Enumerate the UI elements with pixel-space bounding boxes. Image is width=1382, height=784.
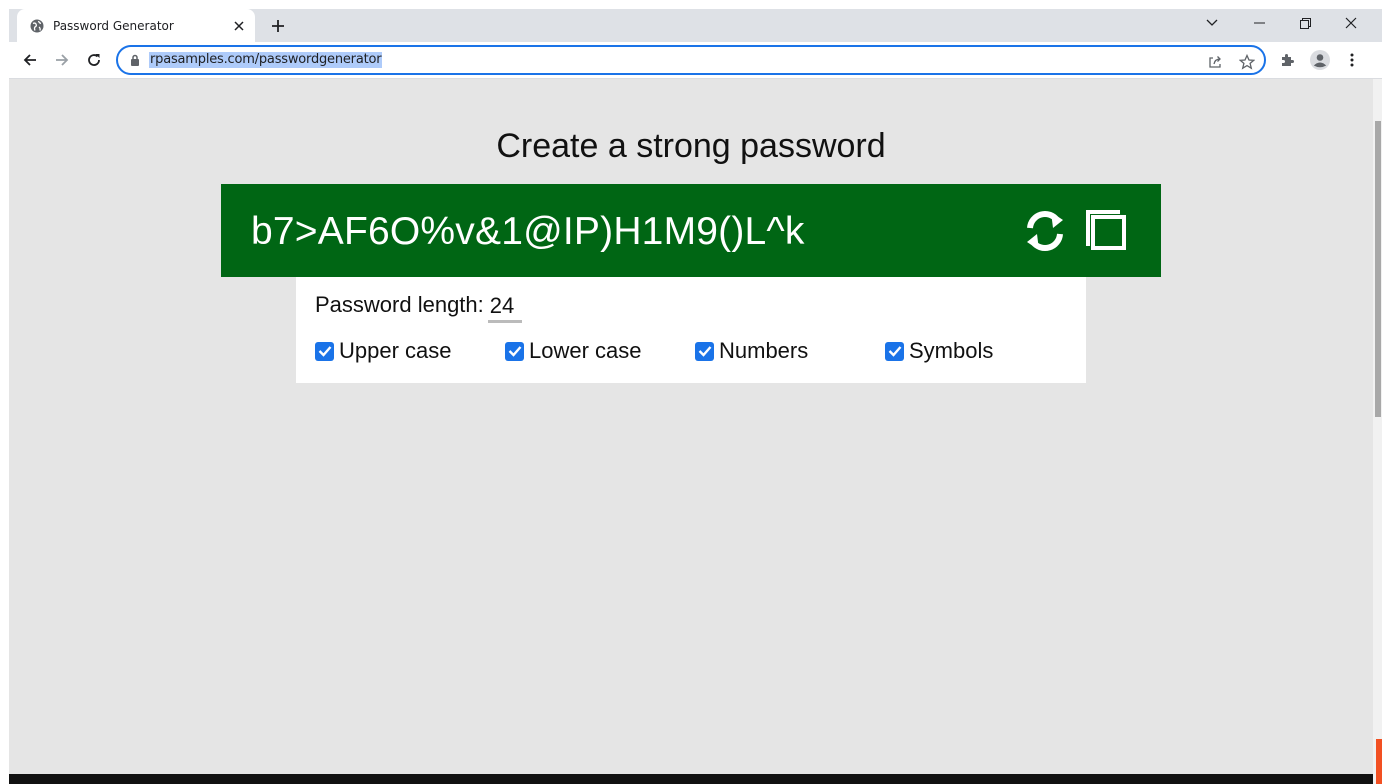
upper-case-label[interactable]: Upper case	[339, 338, 452, 364]
tab-strip: Password Generator	[9, 9, 1382, 42]
extensions-puzzle-icon[interactable]	[1275, 48, 1299, 72]
minimize-button[interactable]	[1236, 9, 1282, 37]
numbers-checkbox[interactable]	[695, 341, 714, 361]
address-bar[interactable]: rpasamples.com/passwordgenerator	[116, 45, 1266, 75]
scrollbar-thumb[interactable]	[1375, 121, 1381, 417]
password-length-label: Password length:	[315, 292, 484, 317]
lock-icon[interactable]	[130, 53, 142, 67]
browser-toolbar: rpasamples.com/passwordgenerator	[9, 42, 1382, 78]
password-length-input[interactable]	[487, 291, 522, 323]
globe-icon	[29, 18, 45, 34]
url-text[interactable]: rpasamples.com/passwordgenerator	[149, 52, 383, 68]
sync-icon[interactable]	[1022, 208, 1068, 254]
reload-button[interactable]	[80, 46, 108, 74]
more-menu-icon[interactable]	[1340, 48, 1364, 72]
symbols-option[interactable]: Symbols	[885, 338, 993, 364]
bookmark-star-icon[interactable]	[1238, 53, 1256, 71]
lower-case-option[interactable]: Lower case	[505, 338, 642, 364]
taskbar-edge	[9, 774, 1373, 784]
page-title: Create a strong password	[496, 127, 886, 165]
upper-case-option[interactable]: Upper case	[315, 338, 452, 364]
numbers-label[interactable]: Numbers	[719, 338, 808, 364]
back-button[interactable]	[16, 46, 44, 74]
generated-password[interactable]: b7>AF6O%v&1@IP)H1M9()L^k	[251, 210, 805, 254]
browser-window: Password Generator rpasamples.com/passwo…	[9, 9, 1382, 784]
close-window-button[interactable]	[1328, 9, 1374, 37]
page-scrollbar[interactable]	[1373, 79, 1382, 784]
password-options-panel: Password length: Upper case Lower case	[296, 277, 1086, 383]
tab-search-button[interactable]	[1189, 9, 1235, 37]
copy-icon[interactable]	[1083, 208, 1129, 254]
page-viewport: Create a strong password b7>AF6O%v&1@IP)…	[9, 79, 1373, 774]
close-icon[interactable]	[229, 16, 249, 36]
new-tab-button[interactable]	[267, 15, 289, 37]
profile-avatar-icon[interactable]	[1308, 48, 1332, 72]
lower-case-checkbox[interactable]	[505, 341, 524, 361]
lower-case-label[interactable]: Lower case	[529, 338, 642, 364]
restore-button[interactable]	[1282, 9, 1328, 37]
forward-button[interactable]	[48, 46, 76, 74]
password-length-row: Password length:	[315, 291, 522, 323]
password-banner: b7>AF6O%v&1@IP)H1M9()L^k	[221, 184, 1161, 277]
share-icon[interactable]	[1206, 53, 1224, 71]
upper-case-checkbox[interactable]	[315, 341, 334, 361]
scrollbar-marker	[1376, 739, 1382, 784]
browser-tab[interactable]: Password Generator	[17, 9, 255, 42]
numbers-option[interactable]: Numbers	[695, 338, 808, 364]
symbols-label[interactable]: Symbols	[909, 338, 993, 364]
symbols-checkbox[interactable]	[885, 341, 904, 361]
tab-title: Password Generator	[53, 18, 174, 33]
